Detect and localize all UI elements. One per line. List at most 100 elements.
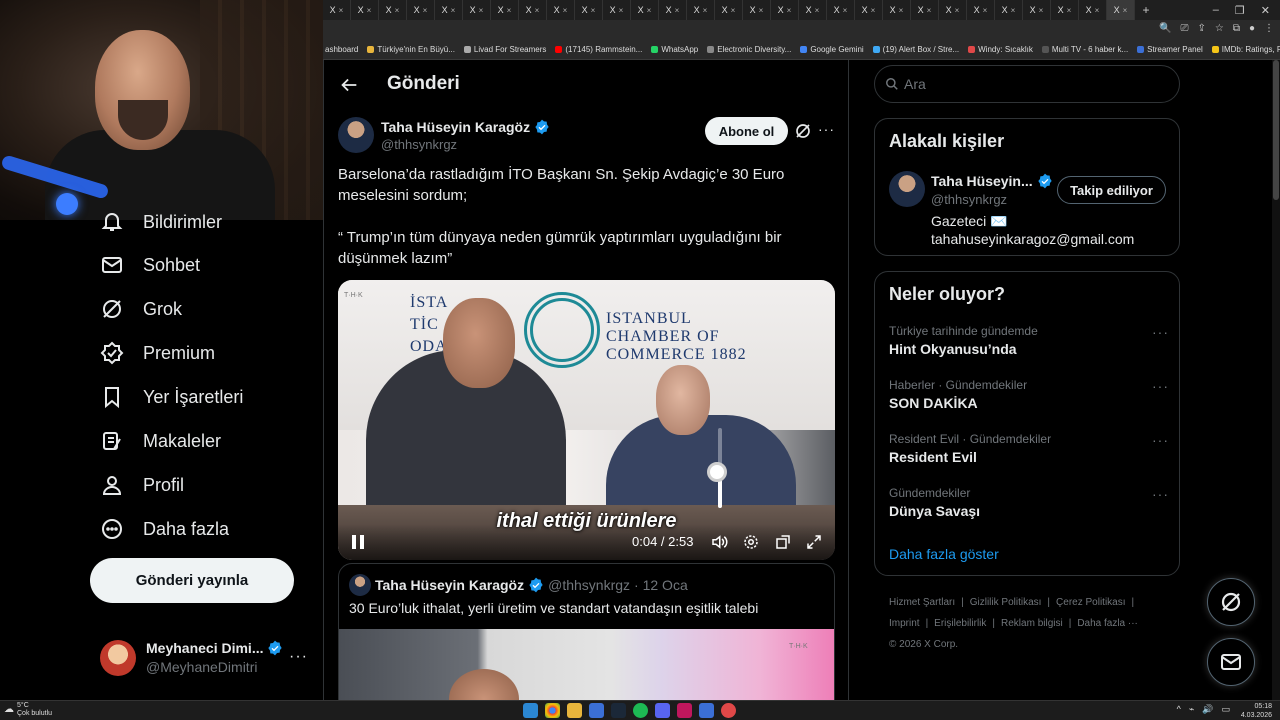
show-more-link[interactable]: Daha fazla göster	[889, 546, 999, 562]
close-tab-icon[interactable]: ×	[647, 6, 652, 15]
browser-tab[interactable]: X ×	[911, 0, 939, 20]
settings-gear-icon[interactable]	[742, 533, 760, 551]
nav-notifications[interactable]: Bildirimler	[100, 210, 222, 234]
browser-tab[interactable]: X ×	[827, 0, 855, 20]
app-icon[interactable]	[589, 703, 604, 718]
pip-icon[interactable]	[774, 533, 792, 551]
network-icon[interactable]: ⌁	[1189, 704, 1194, 715]
browser-tab[interactable]: X ×	[351, 0, 379, 20]
bookmark-item[interactable]: (19) Alert Box / Stre...	[872, 45, 959, 54]
nav-bookmarks[interactable]: Yer İşaretleri	[100, 385, 243, 409]
volume-slider-handle[interactable]	[707, 462, 727, 482]
footer-link[interactable]: Daha fazla ···	[1077, 618, 1138, 629]
spotify-icon[interactable]	[633, 703, 648, 718]
close-tab-icon[interactable]: ×	[423, 6, 428, 15]
app-icon[interactable]	[699, 703, 714, 718]
close-tab-icon[interactable]: ×	[591, 6, 596, 15]
bookmark-item[interactable]: IMDb: Ratings, Revi...	[1211, 45, 1280, 54]
browser-tab[interactable]: X ×	[855, 0, 883, 20]
grok-icon[interactable]	[794, 122, 812, 140]
discord-icon[interactable]	[655, 703, 670, 718]
bookmark-item[interactable]: Multi TV - 6 haber k...	[1041, 45, 1128, 54]
trend-item[interactable]: Gündemdekiler Dünya Savaşı ···	[889, 486, 1169, 519]
start-icon[interactable]	[523, 703, 538, 718]
folder-icon[interactable]	[567, 703, 582, 718]
nav-profile[interactable]: Profil	[100, 473, 184, 497]
account-more-button[interactable]: ···	[289, 648, 308, 666]
share-icon[interactable]: ⇪	[1197, 23, 1205, 34]
browser-tab[interactable]: X ×	[1023, 0, 1051, 20]
cast-icon[interactable]: ⎚	[1180, 23, 1188, 34]
close-tab-icon[interactable]: ×	[507, 6, 512, 15]
footer-link[interactable]: © 2026 X Corp.	[889, 639, 958, 650]
trend-more-button[interactable]: ···	[1152, 432, 1169, 448]
close-tab-icon[interactable]: ×	[619, 6, 624, 15]
chrome-icon[interactable]	[545, 703, 560, 718]
quoted-post[interactable]: Taha Hüseyin Karagöz @thhsynkrgz · 12 Oc…	[338, 563, 835, 700]
browser-tab[interactable]: X ×	[1051, 0, 1079, 20]
trend-more-button[interactable]: ···	[1152, 486, 1169, 502]
trend-item[interactable]: Haberler · Gündemdekiler SON DAKİKA ···	[889, 378, 1169, 411]
nav-articles[interactable]: Makaleler	[100, 429, 221, 453]
extensions-icon[interactable]: ⧉	[1233, 23, 1240, 34]
close-window-button[interactable]: ✕	[1261, 4, 1270, 17]
nav-grok[interactable]: Grok	[100, 297, 182, 321]
browser-tab[interactable]: X ×	[323, 0, 351, 20]
post-button[interactable]: Gönderi yayınla	[90, 558, 294, 603]
close-tab-icon[interactable]: ×	[1039, 6, 1044, 15]
browser-tab[interactable]: X ×	[687, 0, 715, 20]
browser-tab[interactable]: X ×	[715, 0, 743, 20]
weather-widget[interactable]: ☁ 5°C Çok bulutlu	[4, 702, 52, 718]
browser-tab[interactable]: X ×	[575, 0, 603, 20]
post-more-button[interactable]: ···	[818, 121, 835, 137]
star-icon[interactable]: ☆	[1215, 23, 1224, 34]
close-tab-icon[interactable]: ×	[955, 6, 960, 15]
bio-email[interactable]: tahahuseyinkaragoz@gmail.com	[931, 230, 1134, 248]
footer-link[interactable]: Gizlilik Politikası	[970, 597, 1042, 608]
close-tab-icon[interactable]: ×	[675, 6, 680, 15]
nav-premium[interactable]: Premium	[100, 341, 215, 365]
close-tab-icon[interactable]: ×	[871, 6, 876, 15]
browser-tab[interactable]: X ×	[967, 0, 995, 20]
zoom-icon[interactable]: 🔍	[1159, 23, 1171, 34]
battery-icon[interactable]: ▭	[1221, 704, 1230, 715]
obs-icon[interactable]	[721, 703, 736, 718]
messages-fab-button[interactable]	[1207, 638, 1255, 686]
browser-tab[interactable]: X ×	[1107, 0, 1135, 20]
close-tab-icon[interactable]: ×	[927, 6, 932, 15]
footer-link[interactable]: Hizmet Şartları	[889, 597, 955, 608]
close-tab-icon[interactable]: ×	[815, 6, 820, 15]
bookmark-item[interactable]: Livad For Streamers	[463, 45, 546, 54]
browser-tab[interactable]: X ×	[743, 0, 771, 20]
close-tab-icon[interactable]: ×	[367, 6, 372, 15]
bookmark-item[interactable]: Electronic Diversity...	[707, 45, 791, 54]
trend-more-button[interactable]: ···	[1152, 378, 1169, 394]
bookmark-item[interactable]: Türkiye'nin En Büyü...	[367, 45, 455, 54]
browser-tab[interactable]: X ×	[631, 0, 659, 20]
close-tab-icon[interactable]: ×	[1123, 6, 1128, 15]
app-icon[interactable]	[677, 703, 692, 718]
video-player[interactable]: T·H·K İSTA TİC ODA ISTANBUL CHAMBER OF C…	[338, 280, 835, 560]
close-tab-icon[interactable]: ×	[899, 6, 904, 15]
close-tab-icon[interactable]: ×	[563, 6, 568, 15]
footer-link[interactable]: Çerez Politikası	[1056, 597, 1125, 608]
close-tab-icon[interactable]: ×	[759, 6, 764, 15]
trend-item[interactable]: Resident Evil · Gündemdekiler Resident E…	[889, 432, 1169, 465]
maximize-button[interactable]: ❐	[1235, 4, 1245, 17]
profile-icon[interactable]: ●	[1249, 23, 1255, 34]
related-person-name[interactable]: Taha Hüseyin...	[931, 173, 1053, 189]
scrollbar-thumb[interactable]	[1273, 60, 1279, 200]
menu-icon[interactable]: ⋮	[1264, 23, 1274, 34]
browser-tab[interactable]: X ×	[463, 0, 491, 20]
browser-tab[interactable]: X ×	[491, 0, 519, 20]
author-name[interactable]: Taha Hüseyin Karagöz	[381, 119, 550, 135]
close-tab-icon[interactable]: ×	[479, 6, 484, 15]
chevron-up-icon[interactable]: ^	[1177, 704, 1181, 715]
close-tab-icon[interactable]: ×	[451, 6, 456, 15]
page-scrollbar[interactable]	[1272, 60, 1280, 700]
clock[interactable]: 05:18 4.03.2026	[1241, 702, 1272, 720]
browser-tab[interactable]: X ×	[1079, 0, 1107, 20]
nav-chat[interactable]: Sohbet	[100, 253, 200, 277]
pause-icon[interactable]	[350, 533, 366, 551]
bookmark-item[interactable]: ashboard	[325, 45, 358, 54]
